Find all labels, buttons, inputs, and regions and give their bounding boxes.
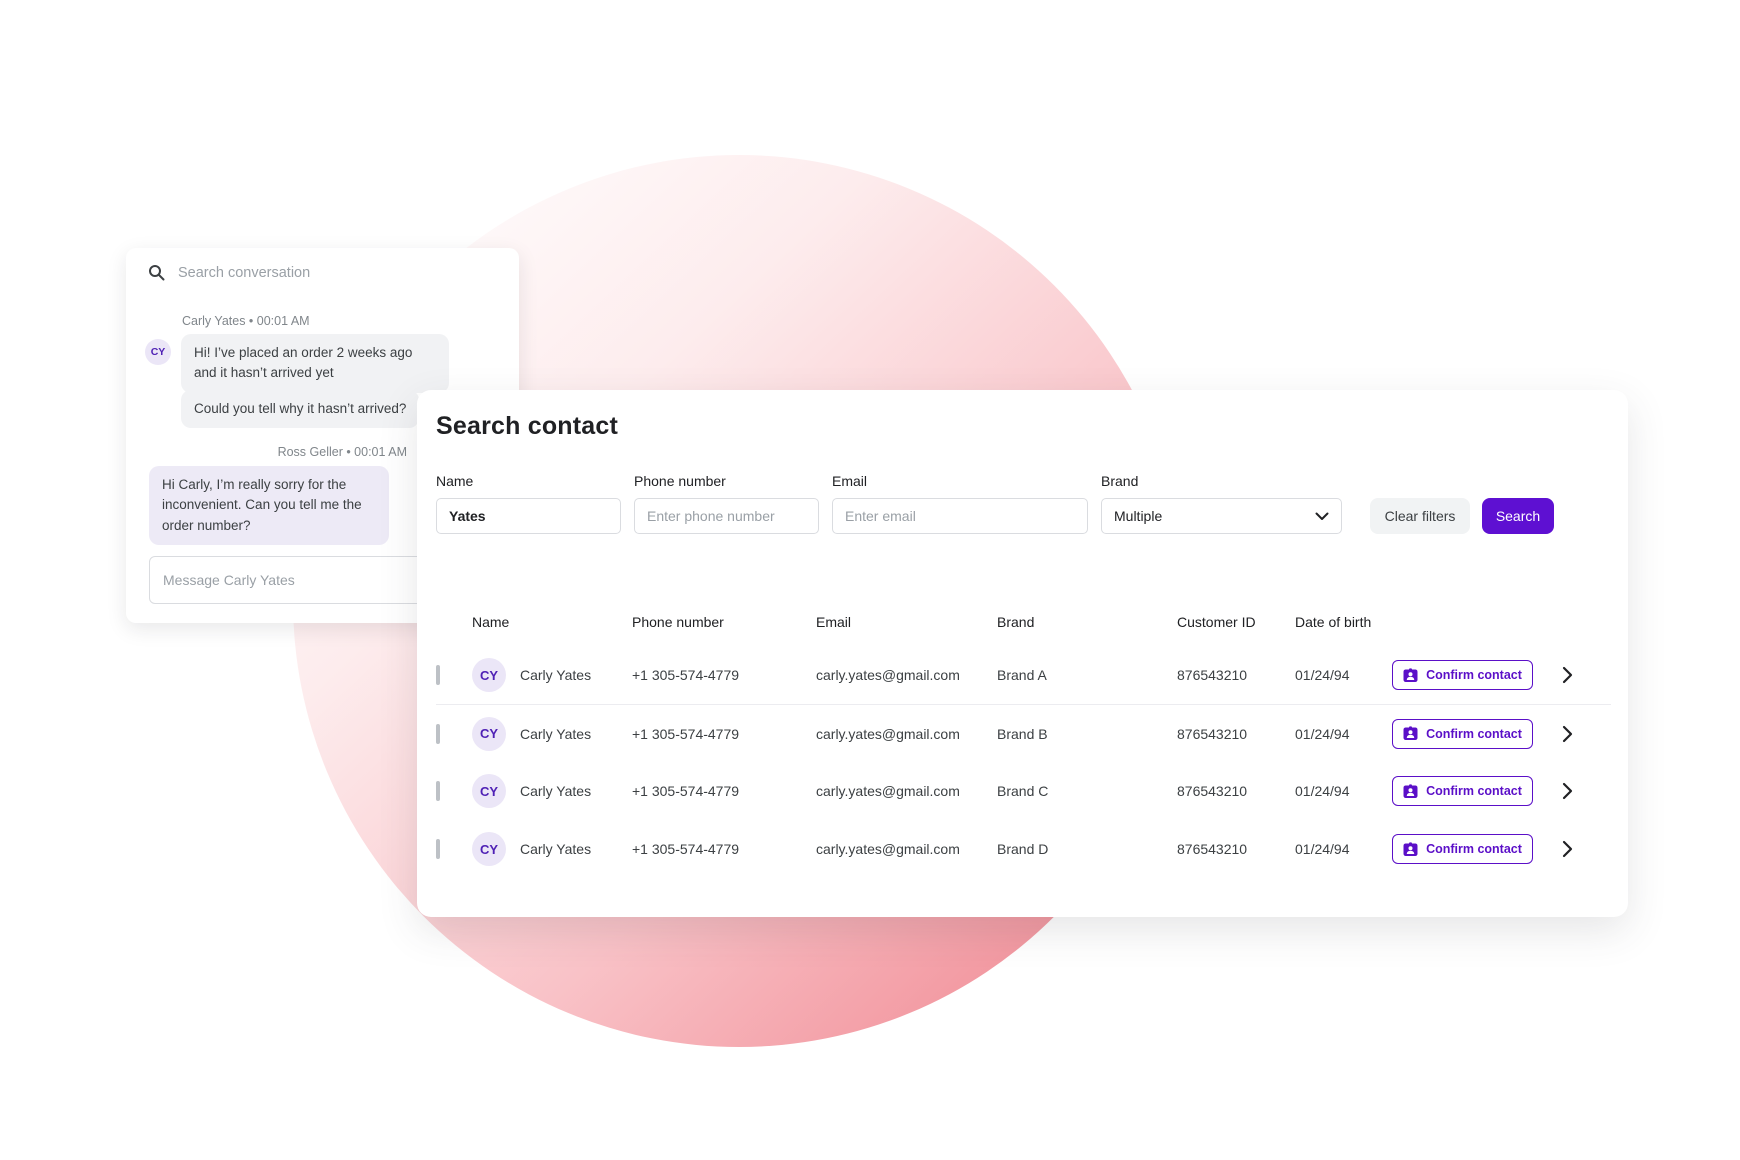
- table-header-row: Name Phone number Email Brand Customer I…: [436, 614, 1392, 630]
- table-header-customer-id: Customer ID: [1177, 614, 1295, 630]
- table-body: CY Carly Yates +1 305-574-4779 carly.yat…: [436, 646, 1611, 878]
- confirm-contact-label: Confirm contact: [1426, 784, 1522, 798]
- row-expand-chevron[interactable]: [1547, 782, 1587, 800]
- phone-filter-label: Phone number: [634, 473, 819, 489]
- cell-dob: 01/24/94: [1295, 667, 1392, 683]
- customer-message-meta: Carly Yates • 00:01 AM: [182, 314, 310, 328]
- clear-filters-button[interactable]: Clear filters: [1370, 498, 1470, 534]
- search-icon: [148, 264, 165, 281]
- confirm-contact-label: Confirm contact: [1426, 727, 1522, 741]
- table-header-brand: Brand: [997, 614, 1177, 630]
- cell-dob: 01/24/94: [1295, 783, 1392, 799]
- conversation-search-placeholder: Search conversation: [178, 265, 310, 281]
- cell-brand: Brand A: [997, 667, 1177, 683]
- customer-message-bubble: Could you tell why it hasn’t arrived?: [181, 390, 419, 428]
- cell-brand: Brand C: [997, 783, 1177, 799]
- agent-message-bubble: Hi Carly, I’m really sorry for the incon…: [149, 466, 389, 545]
- row-checkbox[interactable]: [436, 839, 440, 859]
- cell-email: carly.yates@gmail.com: [816, 726, 997, 742]
- cell-name: Carly Yates: [520, 783, 632, 799]
- customer-avatar: CY: [145, 339, 171, 365]
- table-header-phone: Phone number: [632, 614, 816, 630]
- cell-name: Carly Yates: [520, 667, 632, 683]
- email-filter-label: Email: [832, 473, 1088, 489]
- row-expand-chevron[interactable]: [1547, 725, 1587, 743]
- row-expand-chevron[interactable]: [1547, 840, 1587, 858]
- agent-message-meta: Ross Geller • 00:01 AM: [126, 445, 407, 459]
- cell-name: Carly Yates: [520, 841, 632, 857]
- search-contact-panel: Search contact Name Yates Phone number E…: [417, 390, 1628, 917]
- name-filter-input[interactable]: Yates: [436, 498, 621, 534]
- row-expand-chevron[interactable]: [1547, 666, 1587, 684]
- cell-phone: +1 305-574-4779: [632, 667, 816, 683]
- cell-customer-id: 876543210: [1177, 667, 1295, 683]
- brand-filter-select[interactable]: Multiple: [1101, 498, 1342, 534]
- cell-email: carly.yates@gmail.com: [816, 841, 997, 857]
- contact-avatar: CY: [472, 774, 506, 808]
- table-row: CY Carly Yates +1 305-574-4779 carly.yat…: [436, 820, 1611, 878]
- cell-brand: Brand B: [997, 726, 1177, 742]
- table-row: CY Carly Yates +1 305-574-4779 carly.yat…: [436, 704, 1611, 762]
- row-checkbox[interactable]: [436, 781, 440, 801]
- contact-avatar: CY: [472, 832, 506, 866]
- chevron-down-icon: [1315, 512, 1329, 521]
- cell-brand: Brand D: [997, 841, 1177, 857]
- confirm-contact-label: Confirm contact: [1426, 668, 1522, 682]
- cell-email: carly.yates@gmail.com: [816, 667, 997, 683]
- page-title: Search contact: [436, 412, 618, 441]
- page: Search conversation Carly Yates • 00:01 …: [0, 0, 1740, 1160]
- confirm-contact-label: Confirm contact: [1426, 842, 1522, 856]
- confirm-contact-button[interactable]: Confirm contact: [1392, 660, 1533, 690]
- confirm-contact-button[interactable]: Confirm contact: [1392, 834, 1533, 864]
- contact-badge-icon: [1403, 668, 1418, 683]
- email-filter-input[interactable]: Enter email: [832, 498, 1088, 534]
- table-row: CY Carly Yates +1 305-574-4779 carly.yat…: [436, 646, 1611, 704]
- phone-filter-placeholder: Enter phone number: [647, 508, 775, 524]
- row-checkbox[interactable]: [436, 665, 440, 685]
- search-button[interactable]: Search: [1482, 498, 1554, 534]
- cell-name: Carly Yates: [520, 726, 632, 742]
- conversation-search-input[interactable]: Search conversation: [148, 264, 488, 281]
- table-header-name: Name: [472, 614, 632, 630]
- brand-filter-value: Multiple: [1114, 508, 1162, 524]
- email-filter-placeholder: Enter email: [845, 508, 916, 524]
- table-header-dob: Date of birth: [1295, 614, 1392, 630]
- contact-avatar: CY: [472, 717, 506, 751]
- cell-email: carly.yates@gmail.com: [816, 783, 997, 799]
- cell-dob: 01/24/94: [1295, 726, 1392, 742]
- phone-filter-input[interactable]: Enter phone number: [634, 498, 819, 534]
- cell-customer-id: 876543210: [1177, 726, 1295, 742]
- name-filter-label: Name: [436, 473, 621, 489]
- cell-dob: 01/24/94: [1295, 841, 1392, 857]
- row-checkbox[interactable]: [436, 724, 440, 744]
- contact-badge-icon: [1403, 842, 1418, 857]
- confirm-contact-button[interactable]: Confirm contact: [1392, 719, 1533, 749]
- confirm-contact-button[interactable]: Confirm contact: [1392, 776, 1533, 806]
- filter-bar: Name Yates Phone number Enter phone numb…: [436, 473, 1554, 534]
- table-row: CY Carly Yates +1 305-574-4779 carly.yat…: [436, 762, 1611, 820]
- cell-customer-id: 876543210: [1177, 783, 1295, 799]
- contact-badge-icon: [1403, 726, 1418, 741]
- cell-phone: +1 305-574-4779: [632, 726, 816, 742]
- contact-badge-icon: [1403, 784, 1418, 799]
- cell-customer-id: 876543210: [1177, 841, 1295, 857]
- cell-phone: +1 305-574-4779: [632, 783, 816, 799]
- contact-avatar: CY: [472, 658, 506, 692]
- brand-filter-label: Brand: [1101, 473, 1342, 489]
- cell-phone: +1 305-574-4779: [632, 841, 816, 857]
- table-header-email: Email: [816, 614, 997, 630]
- message-composer-placeholder: Message Carly Yates: [163, 572, 295, 588]
- name-filter-value: Yates: [449, 508, 486, 524]
- customer-message-bubble: Hi! I’ve placed an order 2 weeks ago and…: [181, 334, 449, 393]
